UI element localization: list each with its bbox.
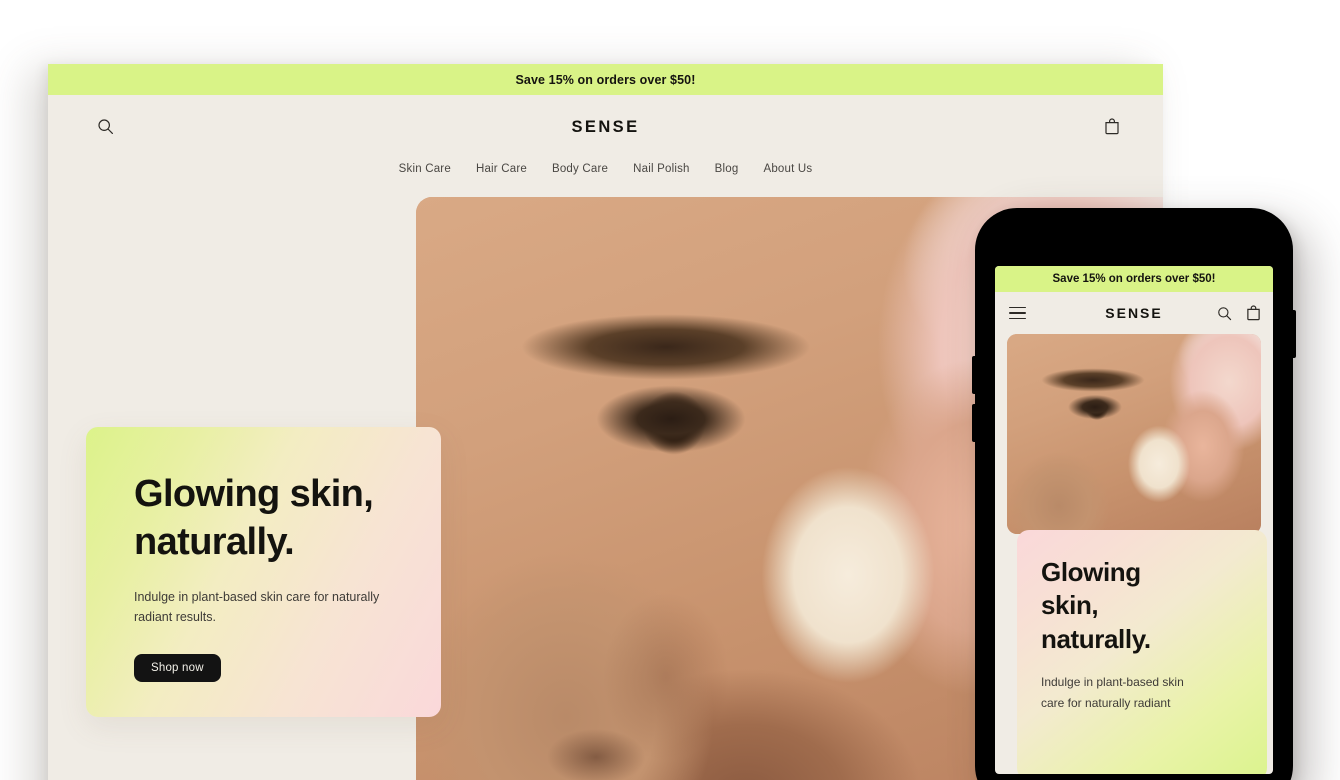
desktop-header: SENSE (48, 95, 1163, 159)
mobile-hero-image (1007, 334, 1261, 534)
mobile-announcement-bar: Save 15% on orders over $50! (995, 266, 1273, 292)
nav-item-nail-polish[interactable]: Nail Polish (633, 163, 690, 175)
mobile-hero-title: Glowing skin, naturally. (1041, 556, 1245, 656)
nav-item-hair-care[interactable]: Hair Care (476, 163, 527, 175)
nav-item-body-care[interactable]: Body Care (552, 163, 608, 175)
mobile-search-icon[interactable] (1217, 306, 1232, 321)
volume-down-button[interactable] (972, 404, 975, 442)
mobile-hero-title-line-2: skin, (1041, 590, 1099, 621)
mobile-hero-subtitle: Indulge in plant-based skin care for nat… (1041, 672, 1245, 714)
shop-now-button[interactable]: Shop now (134, 654, 221, 682)
mobile-hero-photo-face (1007, 334, 1261, 534)
power-button[interactable] (1293, 310, 1296, 358)
mobile-hero-section: Glowing skin, naturally. Indulge in plan… (995, 334, 1273, 774)
hero-text-card: Glowing skin, naturally. Indulge in plan… (86, 427, 441, 717)
mockup-canvas: Save 15% on orders over $50! SENSE Skin … (0, 0, 1340, 780)
mobile-shopping-bag-icon[interactable] (1246, 305, 1261, 321)
hero-title: Glowing skin, naturally. (134, 471, 407, 567)
desktop-nav: Skin Care Hair Care Body Care Nail Polis… (48, 159, 1163, 175)
site-logo[interactable]: SENSE (48, 118, 1163, 137)
mobile-hero-title-line-3: naturally. (1041, 623, 1151, 654)
hero-title-line-1: Glowing skin, (134, 473, 374, 515)
nav-item-about-us[interactable]: About Us (763, 163, 812, 175)
phone-mockup: Save 15% on orders over $50! SENSE Glowi… (972, 208, 1296, 780)
mobile-header: SENSE (995, 292, 1273, 334)
mobile-hero-title-line-1: Glowing (1041, 557, 1141, 587)
volume-up-button[interactable] (972, 356, 975, 394)
phone-screen: Save 15% on orders over $50! SENSE Glowi… (995, 266, 1273, 774)
desktop-announcement-bar: Save 15% on orders over $50! (48, 64, 1163, 95)
announcement-text: Save 15% on orders over $50! (515, 72, 696, 87)
mobile-announcement-text: Save 15% on orders over $50! (1052, 273, 1216, 285)
nav-item-blog[interactable]: Blog (715, 163, 739, 175)
hero-subtitle: Indulge in plant-based skin care for nat… (134, 589, 380, 625)
mobile-hero-subtitle-line-1: Indulge in plant-based skin (1041, 674, 1184, 689)
hero-title-line-2: naturally. (134, 520, 295, 563)
nav-item-skin-care[interactable]: Skin Care (399, 163, 451, 175)
mobile-header-actions (1217, 305, 1261, 321)
mobile-hero-text-card: Glowing skin, naturally. Indulge in plan… (1017, 530, 1267, 774)
mobile-hero-subtitle-line-2: care for naturally radiant (1041, 695, 1171, 710)
shopping-bag-icon[interactable] (1097, 111, 1127, 141)
